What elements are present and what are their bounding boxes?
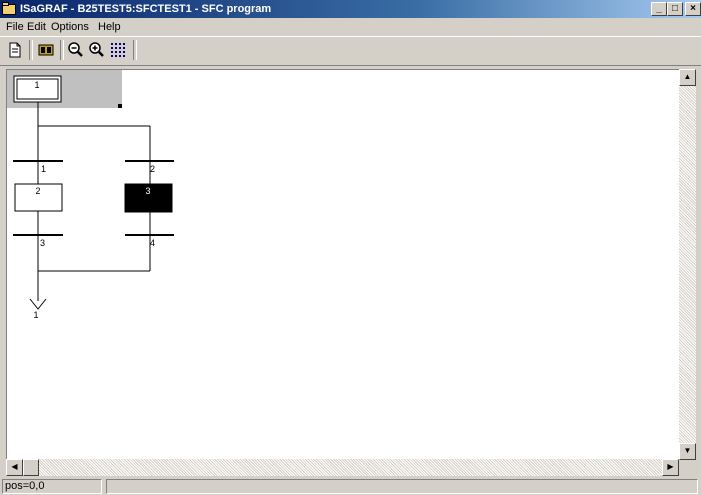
toolbar-separator (133, 40, 137, 60)
menu-file[interactable]: File (6, 21, 24, 33)
status-message (106, 479, 698, 494)
vertical-scrollbar[interactable]: ▲ ▼ (679, 69, 696, 460)
close-button[interactable]: × (685, 2, 701, 16)
window-title: ISaGRAF - B25TEST5:SFCTEST1 - SFC progra… (20, 3, 272, 15)
status-bar: pos=0,0 (0, 478, 701, 495)
toolbar-separator (29, 40, 33, 60)
zoom-in-icon[interactable] (87, 40, 107, 60)
menu-options[interactable]: Options (51, 21, 89, 33)
minimize-icon: _ (656, 3, 662, 14)
app-icon (2, 2, 16, 15)
jump-target-label: 1 (33, 310, 38, 320)
menu-bar: File Edit Options Help (0, 18, 701, 36)
transition-3-label: 3 (40, 238, 45, 248)
transition-4-label: 4 (150, 238, 155, 248)
step-3-label: 3 (145, 186, 150, 196)
scroll-thumb[interactable] (23, 459, 39, 476)
step-2-label: 2 (35, 186, 40, 196)
sfc-canvas[interactable]: 1 1 2 2 3 3 4 1 (6, 69, 680, 460)
transition-2-label: 2 (150, 164, 155, 174)
menu-help[interactable]: Help (98, 21, 121, 33)
scroll-up-button[interactable]: ▲ (679, 69, 696, 86)
horizontal-scrollbar[interactable]: ◀ ▶ (6, 459, 679, 476)
step-insert-icon[interactable] (36, 40, 56, 60)
scroll-down-button[interactable]: ▼ (679, 443, 696, 460)
zoom-out-icon[interactable] (66, 40, 86, 60)
close-icon: × (690, 3, 696, 14)
toolbar-separator (60, 40, 64, 60)
scroll-right-button[interactable]: ▶ (662, 459, 679, 476)
selection-handle (118, 104, 122, 108)
scroll-left-button[interactable]: ◀ (6, 459, 23, 476)
grid-icon[interactable] (108, 40, 128, 60)
menu-edit[interactable]: Edit (27, 21, 46, 33)
minimize-button[interactable]: _ (651, 2, 667, 16)
maximize-icon: □ (671, 3, 679, 14)
maximize-button[interactable]: □ (667, 2, 683, 16)
status-position: pos=0,0 (2, 479, 102, 494)
transition-1-label: 1 (41, 164, 46, 174)
toolbar (0, 36, 701, 66)
sfc-diagram: 1 1 2 2 3 3 4 1 (7, 70, 174, 320)
title-bar: ISaGRAF - B25TEST5:SFCTEST1 - SFC progra… (0, 0, 701, 18)
document-icon[interactable] (5, 40, 25, 60)
initial-step-1-label: 1 (34, 80, 39, 90)
